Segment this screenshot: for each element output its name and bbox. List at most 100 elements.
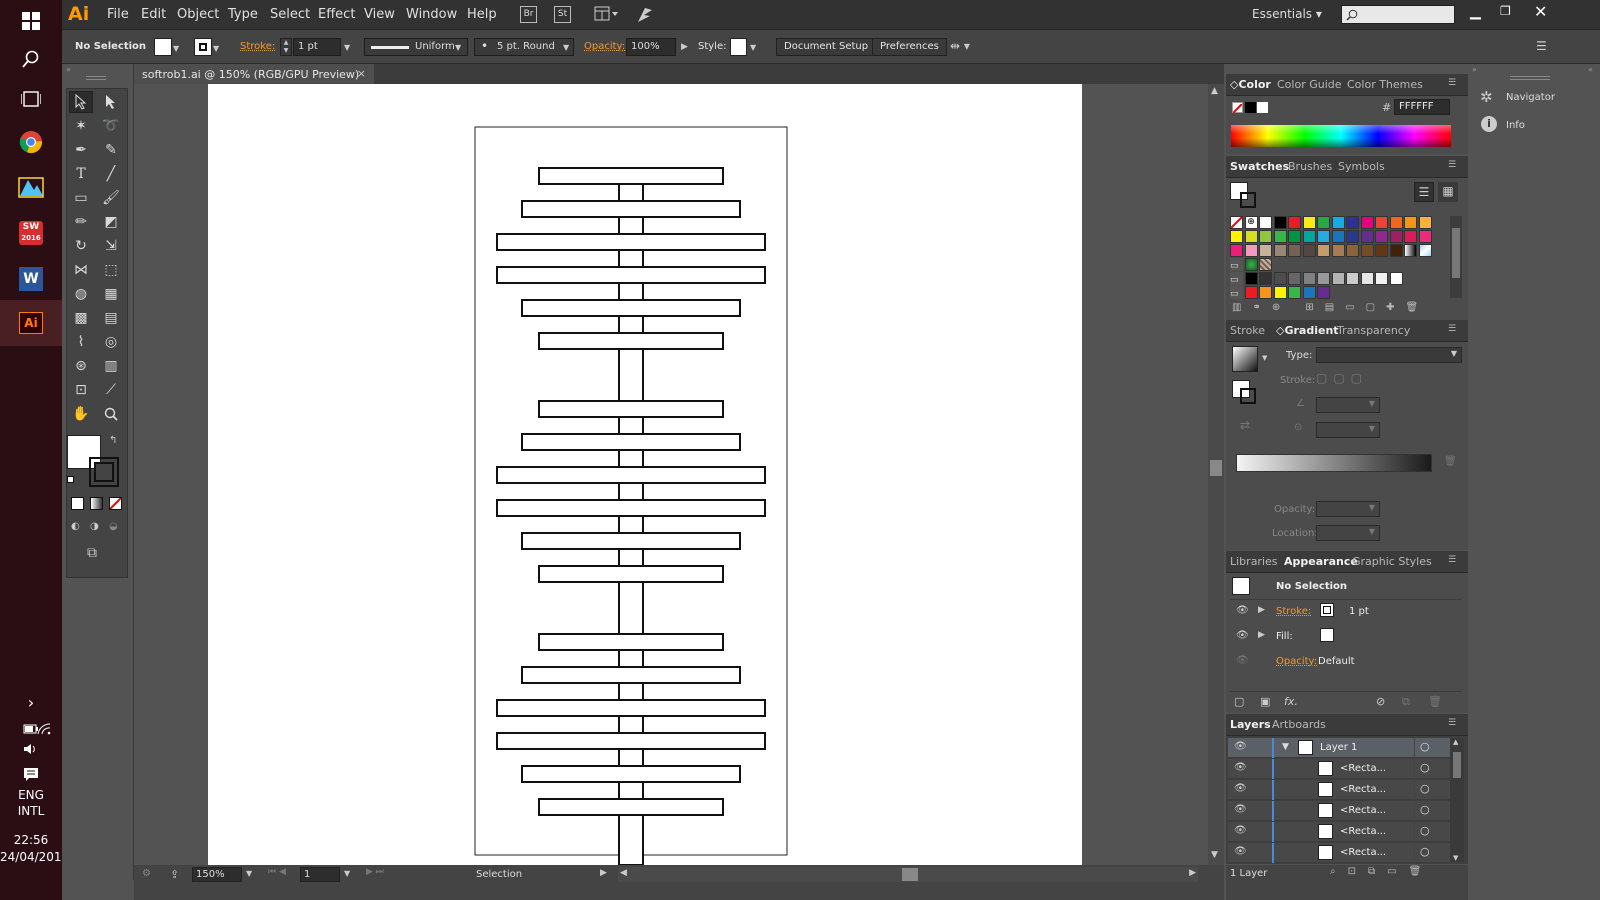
- swatch[interactable]: ▭: [1230, 286, 1243, 299]
- swatch[interactable]: [1230, 244, 1243, 257]
- item-visibility-eye-icon[interactable]: 👁: [1234, 846, 1247, 857]
- tab-layers[interactable]: Layers: [1230, 718, 1271, 731]
- document-tab[interactable]: softrob1.ai @ 150% (RGB/GPU Preview) ×: [134, 64, 374, 84]
- tab-color-guide[interactable]: Color Guide: [1277, 78, 1342, 91]
- symbol-sprayer-tool-icon[interactable]: ⊛: [69, 355, 93, 377]
- swatch[interactable]: [1404, 230, 1417, 243]
- swatch[interactable]: [1404, 216, 1417, 229]
- swap-fill-stroke-icon[interactable]: ↰: [109, 435, 117, 446]
- bar-rectangle[interactable]: [538, 332, 724, 350]
- bar-rectangle[interactable]: [538, 633, 724, 651]
- layer-item-row[interactable]: 👁 <Recta... ○: [1228, 759, 1464, 779]
- navigator-panel-button[interactable]: ✲ Navigator: [1472, 86, 1596, 110]
- bar-rectangle[interactable]: [521, 765, 741, 783]
- swatch[interactable]: [1230, 216, 1243, 229]
- zoom-dropdown-icon[interactable]: ▼: [246, 869, 252, 878]
- add-fill-icon[interactable]: ▣: [1260, 695, 1270, 708]
- vertical-scroll-thumb[interactable]: [1210, 460, 1222, 476]
- curvature-tool-icon[interactable]: ✎: [99, 139, 123, 161]
- language-primary[interactable]: ENG: [0, 788, 62, 802]
- item-visibility-eye-icon[interactable]: 👁: [1234, 783, 1247, 794]
- swatch[interactable]: [1346, 244, 1359, 257]
- bar-rectangle[interactable]: [496, 466, 766, 484]
- swatch-stroke-preview[interactable]: [1240, 192, 1256, 208]
- bar-rectangle[interactable]: [496, 233, 766, 251]
- collapse-toolbox-icon[interactable]: «: [66, 65, 71, 74]
- clear-appearance-icon[interactable]: ⊘: [1376, 695, 1385, 708]
- layer-target-icon[interactable]: ○: [1420, 740, 1430, 753]
- appearance-stroke-swatch[interactable]: [1320, 603, 1334, 617]
- layer-item-row[interactable]: 👁 <Recta... ○: [1228, 843, 1464, 863]
- brush-definition[interactable]: • 5 pt. Round: [474, 38, 574, 56]
- zoom-tool-icon[interactable]: [99, 403, 123, 425]
- bar-rectangle[interactable]: [521, 532, 741, 550]
- bar-rectangle[interactable]: [496, 732, 766, 750]
- draw-behind-icon[interactable]: ◑: [90, 521, 99, 532]
- opacity-input[interactable]: 100%: [626, 38, 676, 56]
- gradient-type-select[interactable]: ▼: [1316, 347, 1462, 363]
- horizontal-scroll-thumb[interactable]: [902, 868, 918, 881]
- direct-selection-tool-icon[interactable]: [99, 91, 123, 113]
- restore-button[interactable]: ❐: [1500, 4, 1511, 18]
- menu-select[interactable]: Select: [270, 7, 310, 22]
- swatch[interactable]: [1288, 286, 1301, 299]
- swatch[interactable]: [1273, 272, 1287, 285]
- column-graph-tool-icon[interactable]: ▥: [99, 355, 123, 377]
- shape-builder-tool-icon[interactable]: ◍: [69, 283, 93, 305]
- swatch[interactable]: [1288, 244, 1301, 257]
- swatch[interactable]: [1418, 244, 1432, 257]
- layer-visibility-eye-icon[interactable]: 👁: [1234, 741, 1247, 752]
- menu-window[interactable]: Window: [406, 7, 457, 22]
- pencil-tool-icon[interactable]: ✏: [69, 211, 93, 233]
- tab-artboards[interactable]: Artboards: [1272, 718, 1326, 731]
- menu-view[interactable]: View: [364, 7, 395, 22]
- gradient-preview-dropdown-icon[interactable]: ▼: [1262, 354, 1267, 362]
- solidworks-icon[interactable]: SW 2016: [12, 216, 50, 250]
- task-view-icon[interactable]: [12, 82, 50, 116]
- panel-menu-icon[interactable]: ☰: [1448, 78, 1456, 88]
- panel-menu-icon[interactable]: ☰: [1448, 718, 1456, 728]
- item-visibility-eye-icon[interactable]: 👁: [1234, 804, 1247, 815]
- layer-name[interactable]: Layer 1: [1320, 742, 1357, 753]
- swatch[interactable]: [1273, 216, 1287, 229]
- swatch[interactable]: [1317, 286, 1330, 299]
- eraser-tool-icon[interactable]: ◩: [99, 211, 123, 233]
- stroke-weight-stepper[interactable]: ▲ ▼: [280, 38, 292, 56]
- width-tool-icon[interactable]: ⋈: [69, 259, 93, 281]
- bar-rectangle[interactable]: [538, 798, 724, 816]
- swatch[interactable]: [1244, 258, 1258, 271]
- layer-item-row[interactable]: 👁 <Recta... ○: [1228, 780, 1464, 800]
- tab-swatches[interactable]: Swatches: [1230, 160, 1289, 173]
- tab-transparency[interactable]: Transparency: [1337, 324, 1410, 337]
- word-icon[interactable]: W: [12, 262, 50, 296]
- info-panel-button[interactable]: i Info: [1472, 114, 1596, 138]
- list-view-icon[interactable]: ☰: [1414, 182, 1434, 202]
- swatch[interactable]: [1230, 230, 1243, 243]
- chrome-icon[interactable]: [12, 125, 50, 159]
- clock-time[interactable]: 22:56: [0, 833, 62, 847]
- gradient-preview[interactable]: [1232, 346, 1258, 372]
- item-name[interactable]: <Recta...: [1340, 805, 1386, 816]
- item-visibility-eye-icon[interactable]: 👁: [1234, 825, 1247, 836]
- windows-start-icon[interactable]: [12, 4, 50, 38]
- swatch[interactable]: [1317, 230, 1330, 243]
- fill-dropdown-icon[interactable]: ▼: [173, 44, 179, 53]
- swatch[interactable]: [1288, 272, 1301, 285]
- bar-rectangle[interactable]: [496, 499, 766, 517]
- swatch[interactable]: [1375, 216, 1388, 229]
- swatch[interactable]: [1317, 272, 1330, 285]
- swatch[interactable]: [1288, 230, 1301, 243]
- scroll-left-icon[interactable]: ◀: [620, 868, 627, 878]
- item-target-icon[interactable]: ○: [1420, 803, 1430, 816]
- stroke-dropdown-icon[interactable]: ▼: [213, 44, 219, 53]
- delete-stop-icon[interactable]: 🗑: [1444, 456, 1457, 467]
- fill-swatch[interactable]: [154, 38, 172, 56]
- paintbrush-tool-icon[interactable]: 🖌: [99, 187, 123, 209]
- swatch-grid[interactable]: ⊕ ▭ ▭ ▭: [1230, 216, 1442, 299]
- appearance-opacity-label[interactable]: Opacity:: [1276, 656, 1317, 667]
- panel-menu-icon[interactable]: ☰: [1536, 39, 1547, 53]
- swatch[interactable]: [1302, 286, 1316, 299]
- swatch[interactable]: [1273, 230, 1287, 243]
- swatch[interactable]: ⊕: [1244, 216, 1258, 229]
- item-name[interactable]: <Recta...: [1340, 763, 1386, 774]
